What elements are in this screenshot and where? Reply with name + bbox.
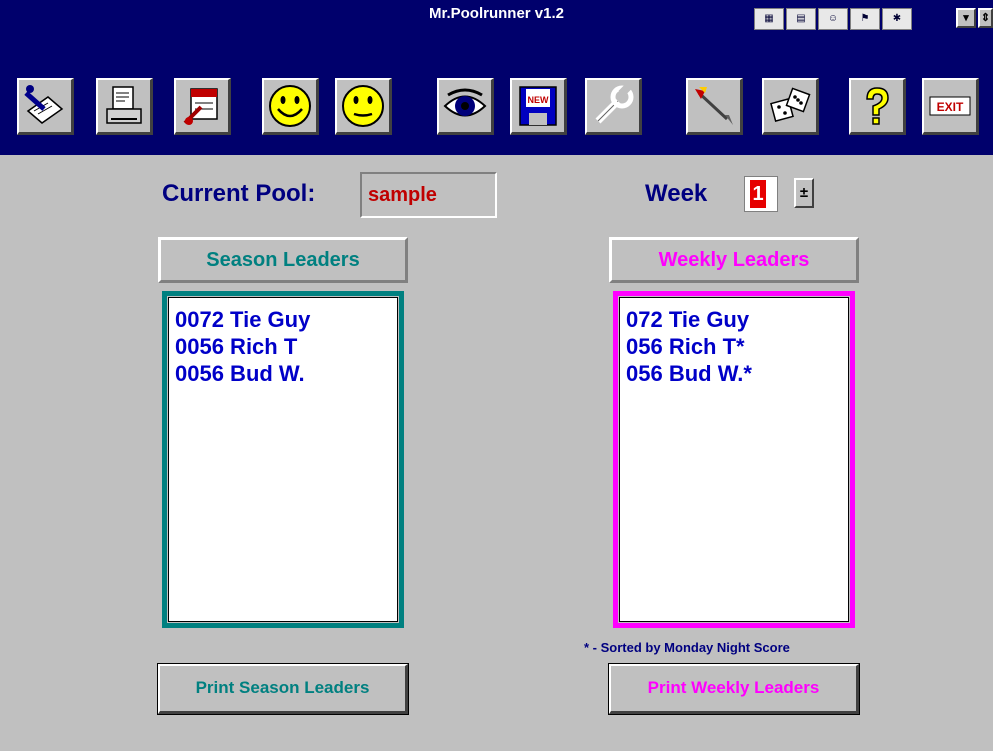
exit-icon: EXIT [929, 96, 971, 116]
sort-note: * - Sorted by Monday Night Score [584, 640, 790, 655]
week-value: 1 [750, 180, 766, 208]
dice-icon [770, 87, 811, 122]
weekly-leaders-frame: 072 Tie Guy 056 Rich T* 056 Bud W.* [609, 291, 859, 628]
list-item[interactable]: 056 Bud W.* [626, 360, 848, 387]
people-tray-icon[interactable]: ☺ [818, 8, 848, 30]
next-window-icon[interactable]: ⇕ [978, 8, 993, 28]
eye-icon [443, 88, 487, 117]
print-button[interactable] [96, 78, 153, 135]
question-mark-icon [866, 87, 889, 125]
toolbar: NEW EXIT [0, 30, 993, 155]
print-weekly-leaders-button[interactable]: Print Weekly Leaders [608, 663, 860, 715]
new-label: NEW [528, 95, 550, 105]
week-spin-button[interactable]: ± [794, 178, 814, 208]
week-label: Week [645, 180, 708, 207]
tray-icons: ▦ ▤ ☺ ⚑ ✱ [754, 8, 912, 30]
new-pool-button[interactable]: NEW [510, 78, 567, 135]
title-bar: Mr.Poolrunner v1.2 ▦ ▤ ☺ ⚑ ✱ ▾ ⇕ [0, 0, 993, 30]
view-button[interactable] [437, 78, 494, 135]
print-season-leaders-button[interactable]: Print Season Leaders [157, 663, 409, 715]
edit-picks-button[interactable] [17, 78, 74, 135]
wrench-icon [595, 83, 634, 124]
dropdown-icon[interactable]: ▾ [956, 8, 976, 28]
floppy-new-icon: NEW [519, 86, 557, 126]
chart-tray-icon[interactable]: ▤ [786, 8, 816, 30]
help-button[interactable] [849, 78, 906, 135]
current-pool-label: Current Pool: [162, 180, 316, 207]
list-item[interactable]: 0056 Bud W. [175, 360, 397, 387]
puzzle-tray-icon[interactable]: ✱ [882, 8, 912, 30]
dart-icon [695, 87, 733, 125]
exit-label: EXIT [937, 100, 964, 114]
list-item[interactable]: 056 Rich T* [626, 333, 848, 360]
season-leaders-frame: 0072 Tie Guy 0056 Rich T 0056 Bud W. [158, 291, 408, 628]
current-pool-field: sample [360, 172, 497, 218]
calendar-tray-icon[interactable]: ▦ [754, 8, 784, 30]
happy-face-icon [269, 85, 311, 127]
season-leaders-list[interactable]: 0072 Tie Guy 0056 Rich T 0056 Bud W. [168, 297, 398, 622]
losers-button[interactable] [335, 78, 392, 135]
weekly-leaders-header: Weekly Leaders [609, 237, 859, 283]
neutral-face-icon [342, 85, 384, 127]
weekly-leaders-list[interactable]: 072 Tie Guy 056 Rich T* 056 Bud W.* [619, 297, 849, 622]
settings-button[interactable] [585, 78, 642, 135]
list-item[interactable]: 0056 Rich T [175, 333, 397, 360]
dice-button[interactable] [762, 78, 819, 135]
dart-button[interactable] [686, 78, 743, 135]
exit-button[interactable]: EXIT [922, 78, 979, 135]
list-item[interactable]: 0072 Tie Guy [175, 306, 397, 333]
winners-button[interactable] [262, 78, 319, 135]
flag-tray-icon[interactable]: ⚑ [850, 8, 880, 30]
calendar-pen-icon [183, 88, 218, 125]
pen-paper-icon [24, 85, 64, 124]
season-leaders-header: Season Leaders [158, 237, 408, 283]
list-item[interactable]: 072 Tie Guy [626, 306, 848, 333]
week-field[interactable]: 1 [744, 176, 778, 212]
schedule-button[interactable] [174, 78, 231, 135]
printer-icon [106, 86, 142, 124]
